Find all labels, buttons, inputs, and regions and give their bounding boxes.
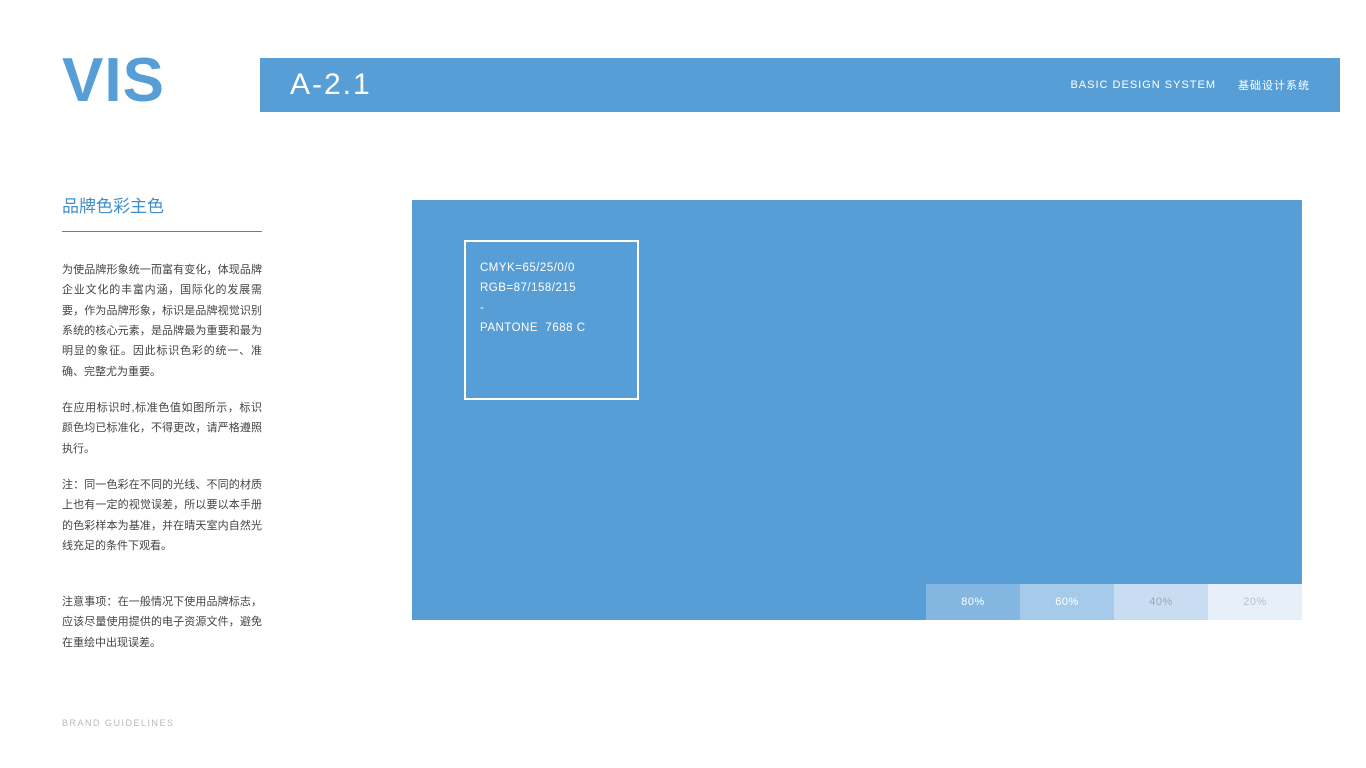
swatch-pantone: PANTONE 7688 C <box>480 318 623 338</box>
note-text: 注意事项：在一般情况下使用品牌标志，应该尽量使用提供的电子资源文件，避免在重绘中… <box>62 592 262 653</box>
vis-logo: VIS <box>62 50 165 112</box>
swatch-rgb: RGB=87/158/215 <box>480 278 623 298</box>
footer-brand: BRAND GUIDELINES <box>62 718 175 728</box>
swatch-cmyk: CMYK=65/25/0/0 <box>480 258 623 278</box>
header-right: BASIC DESIGN SYSTEM 基础设计系统 <box>1070 77 1310 93</box>
paragraph-1: 为使品牌形象统一而富有变化，体现品牌企业文化的丰富内涵，国际化的发展需要，作为品… <box>62 260 262 382</box>
swatch-spec-box: CMYK=65/25/0/0 RGB=87/158/215 - PANTONE … <box>464 240 639 400</box>
swatch-panel: CMYK=65/25/0/0 RGB=87/158/215 - PANTONE … <box>412 200 1302 620</box>
header-bar: A-2.1 BASIC DESIGN SYSTEM 基础设计系统 <box>260 58 1340 112</box>
tint-80: 80% <box>926 584 1020 620</box>
page-code: A-2.1 <box>290 68 372 102</box>
header-en: BASIC DESIGN SYSTEM <box>1070 79 1216 91</box>
tint-40: 40% <box>1114 584 1208 620</box>
paragraph-3: 注：同一色彩在不同的光线、不同的材质上也有一定的视觉误差，所以要以本手册的色彩样… <box>62 475 262 556</box>
paragraph-2: 在应用标识时,标准色值如图所示，标识颜色均已标准化，不得更改，请严格遵照执行。 <box>62 398 262 459</box>
swatch-dash: - <box>480 298 623 318</box>
tint-60: 60% <box>1020 584 1114 620</box>
tint-scale: 80% 60% 40% 20% <box>926 584 1302 620</box>
header-cn: 基础设计系统 <box>1238 77 1310 93</box>
tint-20: 20% <box>1208 584 1302 620</box>
left-column: 品牌色彩主色 为使品牌形象统一而富有变化，体现品牌企业文化的丰富内涵，国际化的发… <box>62 192 262 572</box>
body-text: 为使品牌形象统一而富有变化，体现品牌企业文化的丰富内涵，国际化的发展需要，作为品… <box>62 260 262 556</box>
section-title: 品牌色彩主色 <box>62 192 262 232</box>
